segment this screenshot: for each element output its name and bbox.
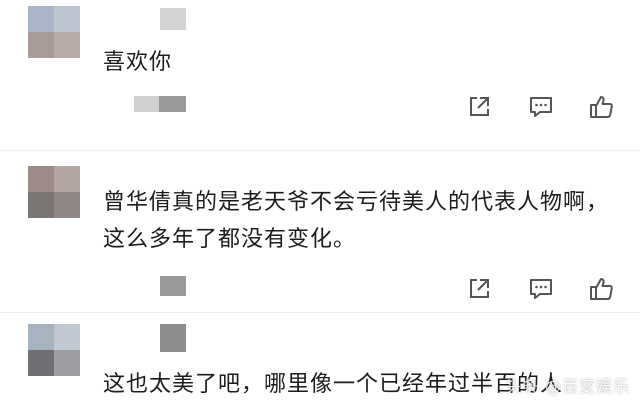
divider: [0, 150, 640, 151]
watermark: 头条 @百变娱乐: [504, 377, 630, 396]
username[interactable]: [160, 8, 186, 30]
comment-item-2: 曾华倩真的是老天爷不会亏待美人的代表人物啊，这么多年了都没有变化。: [0, 160, 640, 310]
divider: [0, 312, 640, 313]
comment-button[interactable]: [528, 94, 554, 120]
comment-actions: [466, 276, 626, 302]
timestamp: [134, 96, 186, 112]
avatar[interactable]: [28, 6, 80, 58]
avatar[interactable]: [28, 166, 80, 218]
like-button[interactable]: [588, 94, 614, 120]
timestamp: [160, 276, 186, 296]
thumbs-up-icon: [590, 278, 613, 300]
share-button[interactable]: [466, 276, 492, 302]
thumbs-up-icon: [590, 96, 613, 118]
comment-icon: [530, 97, 552, 117]
share-icon: [470, 279, 489, 298]
username[interactable]: [160, 324, 186, 352]
like-button[interactable]: [588, 276, 614, 302]
comment-icon: [530, 279, 552, 299]
share-icon: [470, 97, 489, 116]
comment-actions: [466, 94, 626, 120]
avatar[interactable]: [28, 324, 80, 376]
comment-text: 曾华倩真的是老天爷不会亏待美人的代表人物啊，这么多年了都没有变化。: [103, 190, 610, 252]
comment-item-1: 喜欢你: [0, 0, 640, 140]
comment-text: 喜欢你: [103, 50, 173, 75]
share-button[interactable]: [466, 94, 492, 120]
comment-button[interactable]: [528, 276, 554, 302]
